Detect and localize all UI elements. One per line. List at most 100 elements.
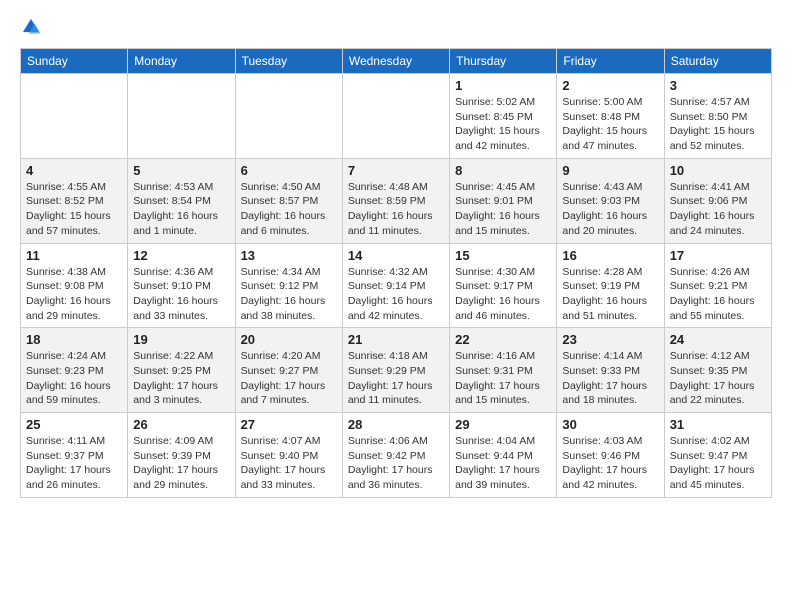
calendar-cell: 21 Sunrise: 4:18 AMSunset: 9:29 PMDayligh… <box>342 328 449 413</box>
calendar-cell: 14 Sunrise: 4:32 AMSunset: 9:14 PMDayligh… <box>342 243 449 328</box>
calendar-cell <box>128 74 235 159</box>
calendar-cell: 27Sunrise: 4:07 AMSunset: 9:40 PMDayligh… <box>235 413 342 498</box>
calendar-cell: 31 Sunrise: 4:02 AMSunset: 9:47 PMDayligh… <box>664 413 771 498</box>
day-number: 21 <box>348 332 444 347</box>
calendar-cell <box>342 74 449 159</box>
day-info: Sunrise: 5:00 AMSunset: 8:48 PMDaylight:… <box>562 95 658 154</box>
day-number: 12 <box>133 248 229 263</box>
calendar-cell: 4 Sunrise: 4:55 AMSunset: 8:52 PMDaylight… <box>21 158 128 243</box>
day-number: 10 <box>670 163 766 178</box>
day-info: Sunrise: 4:55 AMSunset: 8:52 PMDaylight:… <box>26 180 122 239</box>
day-number: 18 <box>26 332 122 347</box>
col-thursday: Thursday <box>450 49 557 74</box>
week-row-3: 11Sunrise: 4:38 AMSunset: 9:08 PMDayligh… <box>21 243 772 328</box>
day-number: 8 <box>455 163 551 178</box>
day-info: Sunrise: 4:57 AMSunset: 8:50 PMDaylight:… <box>670 95 766 154</box>
day-info: Sunrise: 4:50 AMSunset: 8:57 PMDaylight:… <box>241 180 337 239</box>
day-info: Sunrise: 4:07 AMSunset: 9:40 PMDaylight:… <box>241 434 337 493</box>
calendar: Sunday Monday Tuesday Wednesday Thursday… <box>20 48 772 498</box>
calendar-cell: 6 Sunrise: 4:50 AMSunset: 8:57 PMDaylight… <box>235 158 342 243</box>
day-number: 26 <box>133 417 229 432</box>
calendar-cell: 24 Sunrise: 4:12 AMSunset: 9:35 PMDayligh… <box>664 328 771 413</box>
day-number: 7 <box>348 163 444 178</box>
day-info: Sunrise: 4:48 AMSunset: 8:59 PMDaylight:… <box>348 180 444 239</box>
calendar-cell: 5 Sunrise: 4:53 AMSunset: 8:54 PMDaylight… <box>128 158 235 243</box>
calendar-cell: 10 Sunrise: 4:41 AMSunset: 9:06 PMDayligh… <box>664 158 771 243</box>
day-info: Sunrise: 4:32 AMSunset: 9:14 PMDaylight:… <box>348 265 444 324</box>
col-friday: Friday <box>557 49 664 74</box>
calendar-cell: 2 Sunrise: 5:00 AMSunset: 8:48 PMDaylight… <box>557 74 664 159</box>
week-row-4: 18 Sunrise: 4:24 AMSunset: 9:23 PMDayligh… <box>21 328 772 413</box>
calendar-cell: 16 Sunrise: 4:28 AMSunset: 9:19 PMDayligh… <box>557 243 664 328</box>
day-info: Sunrise: 4:28 AMSunset: 9:19 PMDaylight:… <box>562 265 658 324</box>
week-row-5: 25 Sunrise: 4:11 AMSunset: 9:37 PMDayligh… <box>21 413 772 498</box>
day-info: Sunrise: 4:41 AMSunset: 9:06 PMDaylight:… <box>670 180 766 239</box>
calendar-cell: 15Sunrise: 4:30 AMSunset: 9:17 PMDayligh… <box>450 243 557 328</box>
day-number: 2 <box>562 78 658 93</box>
day-info: Sunrise: 4:53 AMSunset: 8:54 PMDaylight:… <box>133 180 229 239</box>
calendar-cell: 8 Sunrise: 4:45 AMSunset: 9:01 PMDaylight… <box>450 158 557 243</box>
day-info: Sunrise: 4:24 AMSunset: 9:23 PMDaylight:… <box>26 349 122 408</box>
day-info: Sunrise: 4:20 AMSunset: 9:27 PMDaylight:… <box>241 349 337 408</box>
day-info: Sunrise: 4:12 AMSunset: 9:35 PMDaylight:… <box>670 349 766 408</box>
day-number: 5 <box>133 163 229 178</box>
day-number: 6 <box>241 163 337 178</box>
week-row-1: 1 Sunrise: 5:02 AMSunset: 8:45 PMDaylight… <box>21 74 772 159</box>
day-number: 23 <box>562 332 658 347</box>
day-number: 20 <box>241 332 337 347</box>
calendar-cell: 25 Sunrise: 4:11 AMSunset: 9:37 PMDayligh… <box>21 413 128 498</box>
header-row: Sunday Monday Tuesday Wednesday Thursday… <box>21 49 772 74</box>
col-monday: Monday <box>128 49 235 74</box>
calendar-cell: 22 Sunrise: 4:16 AMSunset: 9:31 PMDayligh… <box>450 328 557 413</box>
calendar-cell: 23Sunrise: 4:14 AMSunset: 9:33 PMDayligh… <box>557 328 664 413</box>
day-number: 30 <box>562 417 658 432</box>
logo-icon <box>20 16 42 38</box>
calendar-cell: 9 Sunrise: 4:43 AMSunset: 9:03 PMDaylight… <box>557 158 664 243</box>
calendar-cell: 26 Sunrise: 4:09 AMSunset: 9:39 PMDayligh… <box>128 413 235 498</box>
day-info: Sunrise: 4:11 AMSunset: 9:37 PMDaylight:… <box>26 434 122 493</box>
day-number: 14 <box>348 248 444 263</box>
day-info: Sunrise: 5:02 AMSunset: 8:45 PMDaylight:… <box>455 95 551 154</box>
day-info: Sunrise: 4:03 AMSunset: 9:46 PMDaylight:… <box>562 434 658 493</box>
calendar-cell: 1 Sunrise: 5:02 AMSunset: 8:45 PMDaylight… <box>450 74 557 159</box>
calendar-cell: 13Sunrise: 4:34 AMSunset: 9:12 PMDayligh… <box>235 243 342 328</box>
logo <box>20 16 46 38</box>
day-number: 9 <box>562 163 658 178</box>
calendar-cell <box>235 74 342 159</box>
day-info: Sunrise: 4:02 AMSunset: 9:47 PMDaylight:… <box>670 434 766 493</box>
header <box>20 16 772 38</box>
day-info: Sunrise: 4:18 AMSunset: 9:29 PMDaylight:… <box>348 349 444 408</box>
col-saturday: Saturday <box>664 49 771 74</box>
day-number: 31 <box>670 417 766 432</box>
day-info: Sunrise: 4:04 AMSunset: 9:44 PMDaylight:… <box>455 434 551 493</box>
day-number: 28 <box>348 417 444 432</box>
day-info: Sunrise: 4:16 AMSunset: 9:31 PMDaylight:… <box>455 349 551 408</box>
calendar-cell: 3Sunrise: 4:57 AMSunset: 8:50 PMDaylight… <box>664 74 771 159</box>
day-number: 29 <box>455 417 551 432</box>
day-info: Sunrise: 4:45 AMSunset: 9:01 PMDaylight:… <box>455 180 551 239</box>
calendar-cell: 18 Sunrise: 4:24 AMSunset: 9:23 PMDayligh… <box>21 328 128 413</box>
calendar-cell: 29 Sunrise: 4:04 AMSunset: 9:44 PMDayligh… <box>450 413 557 498</box>
page: Sunday Monday Tuesday Wednesday Thursday… <box>0 0 792 514</box>
day-number: 19 <box>133 332 229 347</box>
day-info: Sunrise: 4:26 AMSunset: 9:21 PMDaylight:… <box>670 265 766 324</box>
day-info: Sunrise: 4:43 AMSunset: 9:03 PMDaylight:… <box>562 180 658 239</box>
day-number: 13 <box>241 248 337 263</box>
day-number: 4 <box>26 163 122 178</box>
day-info: Sunrise: 4:36 AMSunset: 9:10 PMDaylight:… <box>133 265 229 324</box>
day-number: 16 <box>562 248 658 263</box>
col-wednesday: Wednesday <box>342 49 449 74</box>
day-number: 15 <box>455 248 551 263</box>
day-number: 17 <box>670 248 766 263</box>
calendar-cell: 17 Sunrise: 4:26 AMSunset: 9:21 PMDayligh… <box>664 243 771 328</box>
calendar-cell: 28 Sunrise: 4:06 AMSunset: 9:42 PMDayligh… <box>342 413 449 498</box>
calendar-cell: 19Sunrise: 4:22 AMSunset: 9:25 PMDayligh… <box>128 328 235 413</box>
day-info: Sunrise: 4:06 AMSunset: 9:42 PMDaylight:… <box>348 434 444 493</box>
day-number: 25 <box>26 417 122 432</box>
calendar-header: Sunday Monday Tuesday Wednesday Thursday… <box>21 49 772 74</box>
calendar-cell: 7 Sunrise: 4:48 AMSunset: 8:59 PMDaylight… <box>342 158 449 243</box>
day-number: 1 <box>455 78 551 93</box>
day-info: Sunrise: 4:09 AMSunset: 9:39 PMDaylight:… <box>133 434 229 493</box>
day-number: 24 <box>670 332 766 347</box>
day-number: 22 <box>455 332 551 347</box>
